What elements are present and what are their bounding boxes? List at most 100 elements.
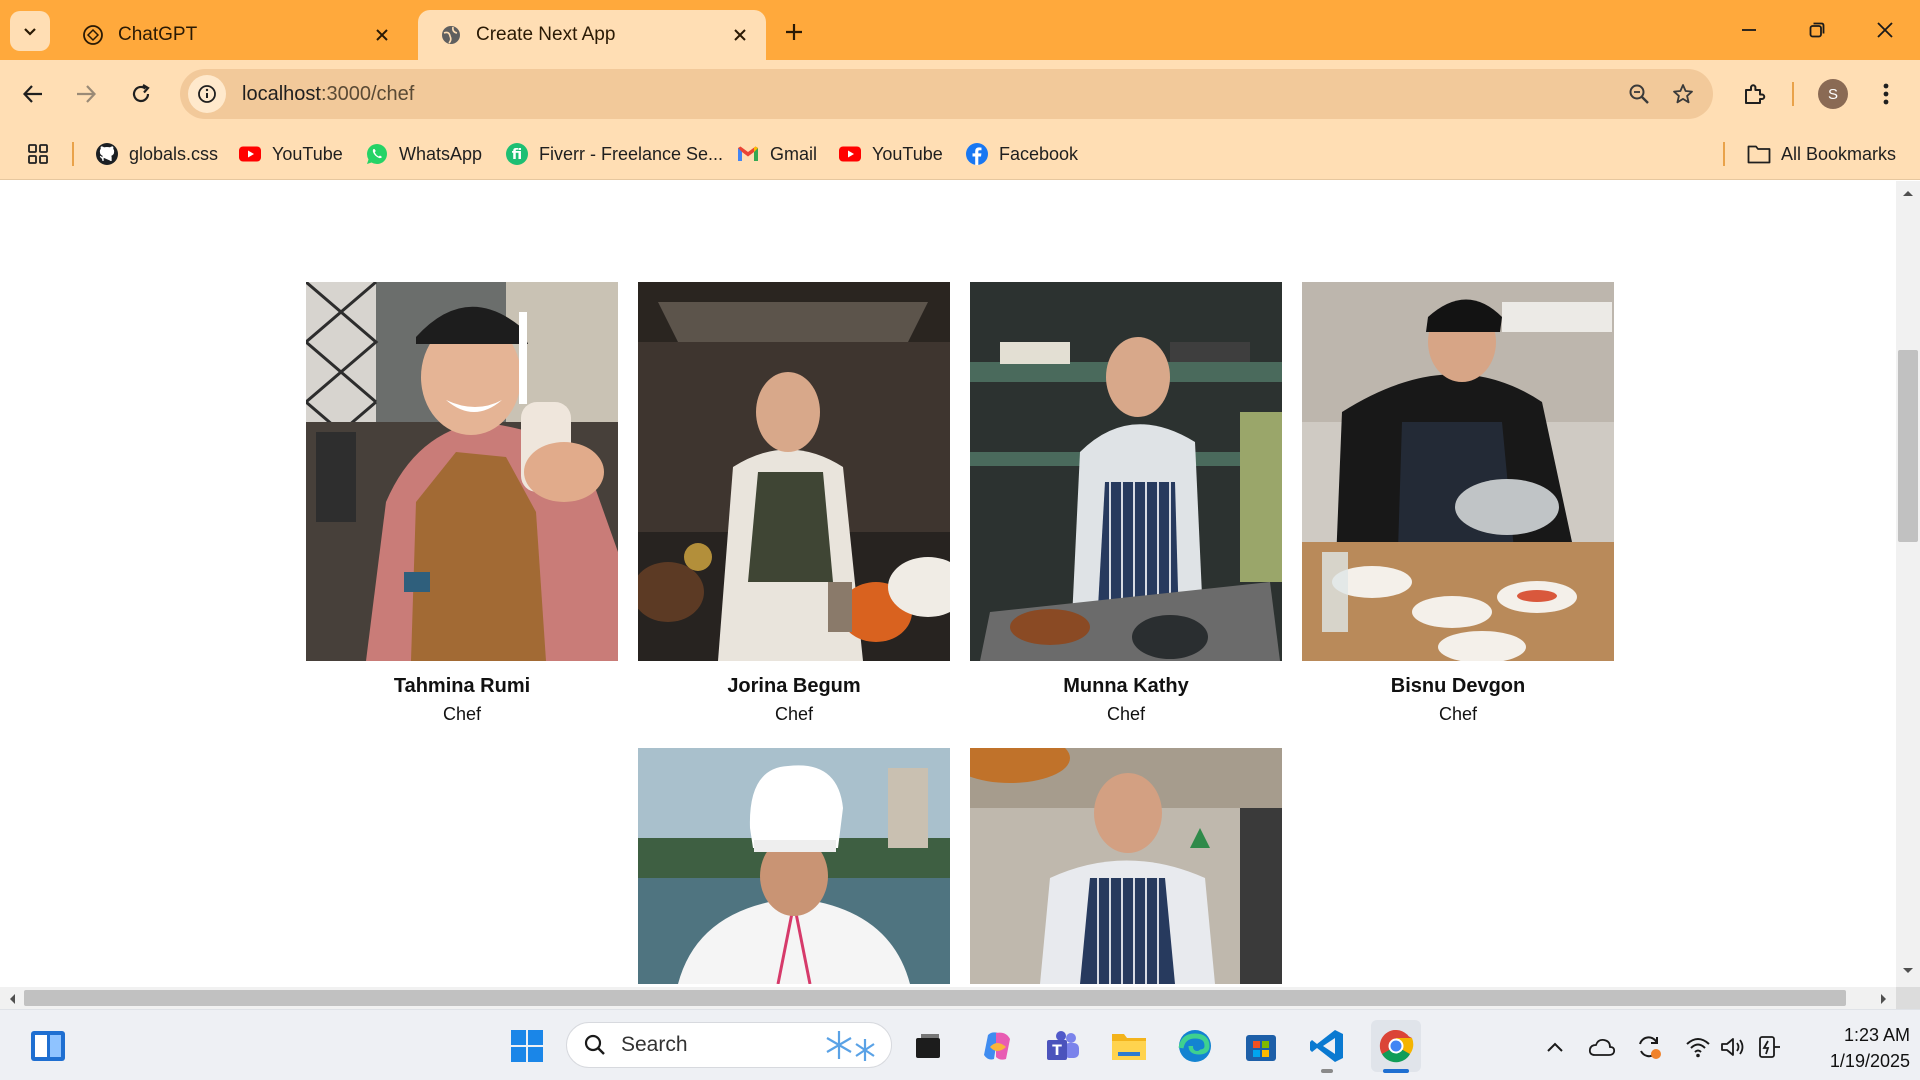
chef-card[interactable]: Tahmina Rumi Chef: [306, 282, 618, 725]
chatgpt-icon: [82, 24, 104, 46]
bookmark-fiverr[interactable]: fi Fiverr - Freelance Se...: [505, 139, 723, 169]
battery-charging-icon: [1759, 1036, 1780, 1058]
start-button[interactable]: [505, 1024, 549, 1068]
vertical-scroll-thumb[interactable]: [1898, 350, 1918, 542]
site-info-button[interactable]: [188, 75, 226, 113]
chef-card[interactable]: Bisnu Devgon Chef: [1302, 282, 1614, 725]
volume-button[interactable]: [1718, 1032, 1748, 1062]
back-button[interactable]: [11, 72, 55, 116]
profile-button[interactable]: S: [1811, 72, 1855, 116]
chrome-button[interactable]: [1371, 1020, 1421, 1072]
sync-status-button[interactable]: [1634, 1032, 1664, 1062]
teams-icon: T: [1047, 1031, 1079, 1060]
bookmark-globals-css[interactable]: globals.css: [95, 139, 218, 169]
browser-toolbar: localhost:3000/chef S: [0, 60, 1920, 128]
file-explorer-button[interactable]: [1107, 1024, 1151, 1068]
close-icon: [1877, 22, 1893, 38]
wifi-icon: [1686, 1038, 1710, 1058]
bookmark-label: Facebook: [999, 143, 1079, 164]
chef-photo: [970, 748, 1282, 984]
store-icon: [1246, 1035, 1276, 1061]
widgets-icon: [31, 1031, 65, 1061]
snowflake-icon: [826, 1031, 875, 1061]
search-icon: [584, 1034, 605, 1055]
close-tab-icon[interactable]: [728, 23, 752, 47]
teams-button[interactable]: T: [1041, 1024, 1085, 1068]
copilot-button[interactable]: [975, 1024, 1019, 1068]
battery-button[interactable]: [1753, 1032, 1783, 1062]
sync-icon: [1639, 1036, 1661, 1059]
new-tab-button[interactable]: [776, 14, 812, 50]
forward-button[interactable]: [64, 72, 108, 116]
apps-button[interactable]: [26, 139, 60, 169]
url-text[interactable]: localhost:3000/chef: [242, 83, 1617, 106]
bookmark-star-button[interactable]: [1661, 72, 1705, 116]
chef-card[interactable]: [970, 748, 1282, 984]
extensions-button[interactable]: [1732, 72, 1776, 116]
chef-name: Tahmina Rumi: [393, 675, 531, 697]
running-indicator: [1321, 1069, 1333, 1073]
cloud-icon: [1588, 1038, 1616, 1056]
tab-title: ChatGPT: [118, 24, 198, 45]
chef-card[interactable]: Jorina Begum Chef: [638, 282, 950, 725]
bookmark-label: globals.css: [129, 143, 219, 164]
reload-button[interactable]: [119, 72, 163, 116]
address-bar[interactable]: localhost:3000/chef: [180, 69, 1713, 119]
bookmarks-separator: [1723, 142, 1725, 166]
bookmark-gmail[interactable]: Gmail: [736, 139, 817, 169]
chrome-icon: [1379, 1029, 1414, 1063]
bookmark-youtube-2[interactable]: YouTube: [838, 139, 943, 169]
bookmark-label: YouTube: [272, 143, 343, 164]
bookmarks-bar: globals.css YouTube WhatsApp fi Fiverr -…: [0, 128, 1920, 180]
chef-photo: [306, 282, 618, 661]
chef-role: Chef: [1106, 704, 1146, 724]
chef-card[interactable]: Munna Kathy Chef: [970, 282, 1282, 725]
bookmark-facebook[interactable]: Facebook: [965, 139, 1078, 169]
vertical-scrollbar[interactable]: [1896, 181, 1920, 987]
vscode-button[interactable]: [1305, 1024, 1349, 1068]
zoom-button[interactable]: [1617, 72, 1661, 116]
active-indicator: [1383, 1069, 1409, 1073]
scroll-up-arrow-icon[interactable]: [1900, 186, 1916, 204]
restore-button[interactable]: [1792, 8, 1842, 52]
apps-grid-icon: [26, 142, 50, 166]
chef-role: Chef: [442, 704, 482, 724]
globe-icon: [440, 24, 462, 46]
onedrive-button[interactable]: [1587, 1032, 1617, 1062]
vscode-icon: [1310, 1030, 1343, 1062]
bookmark-whatsapp[interactable]: WhatsApp: [365, 139, 482, 169]
edge-button[interactable]: [1173, 1024, 1217, 1068]
url-host: localhost: [242, 82, 321, 105]
tab-search-button[interactable]: [10, 11, 50, 51]
tab-title: Create Next App: [476, 24, 616, 45]
bookmark-label: Gmail: [770, 143, 818, 164]
zoom-out-icon: [1629, 84, 1649, 104]
widgets-button[interactable]: [26, 1024, 70, 1068]
microsoft-store-button[interactable]: [1239, 1024, 1283, 1068]
bookmark-youtube[interactable]: YouTube: [238, 139, 343, 169]
kebab-menu-icon: [1883, 83, 1889, 105]
minimize-button[interactable]: [1724, 8, 1774, 52]
taskbar-search[interactable]: Search: [566, 1022, 892, 1068]
wifi-button[interactable]: [1683, 1032, 1713, 1062]
puzzle-icon: [1745, 84, 1766, 104]
all-bookmarks-label: All Bookmarks: [1781, 143, 1897, 164]
chef-photo: [638, 282, 950, 661]
url-path: :3000/chef: [320, 82, 415, 105]
all-bookmarks-button[interactable]: All Bookmarks: [1747, 139, 1896, 169]
task-view-button[interactable]: [906, 1024, 950, 1068]
close-window-button[interactable]: [1860, 8, 1910, 52]
scroll-down-arrow-icon[interactable]: [1900, 964, 1916, 982]
horizontal-scroll-thumb[interactable]: [24, 990, 1846, 1006]
tab-create-next-app[interactable]: Create Next App: [418, 10, 766, 60]
chevron-up-icon: [1547, 1042, 1563, 1052]
minimize-icon: [1742, 29, 1756, 31]
close-tab-icon[interactable]: [370, 23, 394, 47]
show-hidden-icons-button[interactable]: [1540, 1032, 1570, 1062]
facebook-icon: [965, 142, 989, 166]
clock[interactable]: 1:23 AM 1/19/2025: [1800, 1022, 1910, 1074]
chef-card[interactable]: [638, 748, 950, 984]
chrome-menu-button[interactable]: [1864, 72, 1908, 116]
tab-chatgpt[interactable]: ChatGPT: [60, 10, 408, 60]
speaker-icon: [1721, 1038, 1744, 1056]
